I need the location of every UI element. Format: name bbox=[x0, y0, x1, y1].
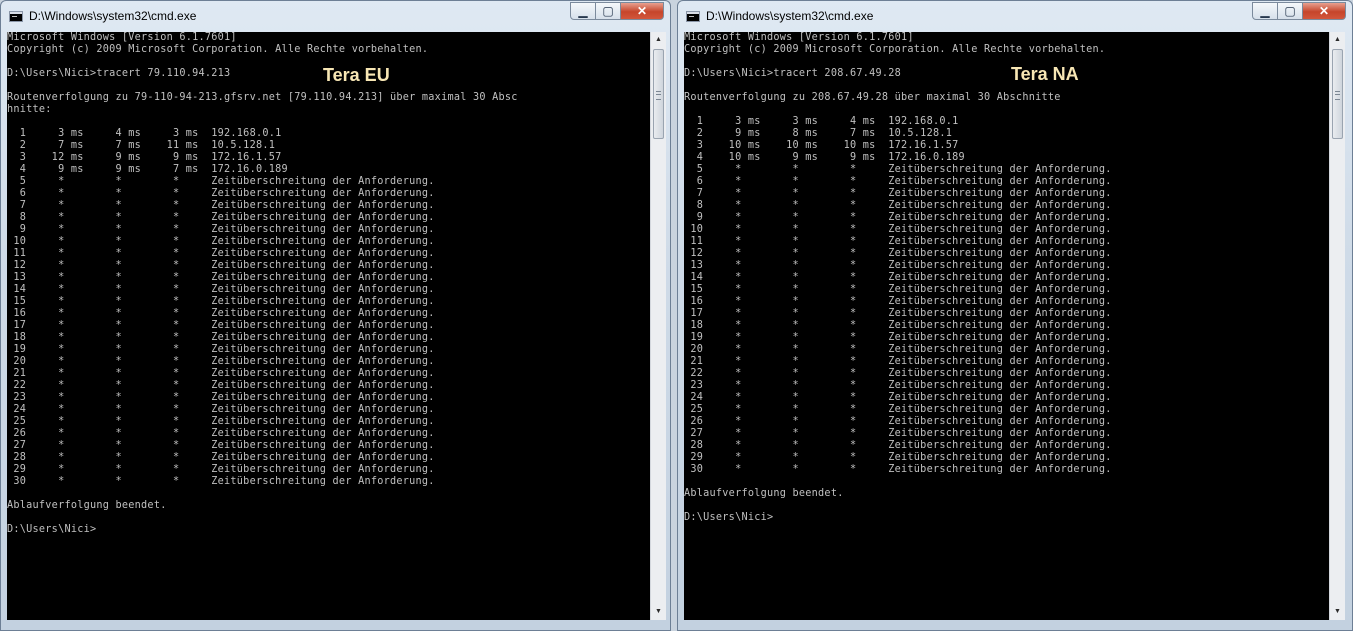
minimize-button[interactable]: ▁ bbox=[570, 2, 596, 20]
close-button[interactable]: ✕ bbox=[1302, 2, 1346, 20]
maximize-button[interactable]: ▢ bbox=[1277, 2, 1303, 20]
console-output[interactable]: Microsoft Windows [Version 6.1.7601] Cop… bbox=[7, 32, 650, 536]
console-output[interactable]: Microsoft Windows [Version 6.1.7601] Cop… bbox=[684, 32, 1329, 524]
scroll-down-arrow-icon[interactable]: ▼ bbox=[1330, 605, 1345, 619]
cmd-window-eu[interactable]: D:\Windows\system32\cmd.exe ▁ ▢ ✕ Micros… bbox=[0, 0, 671, 631]
cmd-console-icon[interactable] bbox=[9, 11, 23, 22]
console-area[interactable]: Microsoft Windows [Version 6.1.7601] Cop… bbox=[7, 32, 650, 620]
vertical-scrollbar[interactable]: ▲ ▼ bbox=[650, 32, 666, 620]
cmd-window-na[interactable]: D:\Windows\system32\cmd.exe ▁ ▢ ✕ Micros… bbox=[677, 0, 1353, 631]
scroll-thumb[interactable] bbox=[1332, 49, 1343, 139]
scroll-thumb[interactable] bbox=[653, 49, 664, 139]
console-area[interactable]: Microsoft Windows [Version 6.1.7601] Cop… bbox=[684, 32, 1329, 620]
title-bar[interactable]: D:\Windows\system32\cmd.exe ▁ ▢ ✕ bbox=[678, 1, 1352, 31]
maximize-button[interactable]: ▢ bbox=[595, 2, 621, 20]
grip-icon bbox=[1335, 91, 1340, 100]
minimize-button[interactable]: ▁ bbox=[1252, 2, 1278, 20]
overlay-label-tera-eu: Tera EU bbox=[323, 65, 390, 85]
vertical-scrollbar[interactable]: ▲ ▼ bbox=[1329, 32, 1345, 620]
scroll-down-arrow-icon[interactable]: ▼ bbox=[651, 605, 666, 619]
grip-icon bbox=[656, 91, 661, 100]
window-controls: ▁ ▢ ✕ bbox=[570, 2, 664, 21]
close-button[interactable]: ✕ bbox=[620, 2, 664, 20]
scroll-up-arrow-icon[interactable]: ▲ bbox=[651, 33, 666, 47]
window-title: D:\Windows\system32\cmd.exe bbox=[29, 9, 197, 23]
cmd-console-icon[interactable] bbox=[686, 11, 700, 22]
title-bar[interactable]: D:\Windows\system32\cmd.exe ▁ ▢ ✕ bbox=[1, 1, 670, 31]
window-title: D:\Windows\system32\cmd.exe bbox=[706, 9, 874, 23]
window-controls: ▁ ▢ ✕ bbox=[1252, 2, 1346, 21]
overlay-label-tera-na: Tera NA bbox=[1011, 64, 1079, 84]
scroll-up-arrow-icon[interactable]: ▲ bbox=[1330, 33, 1345, 47]
